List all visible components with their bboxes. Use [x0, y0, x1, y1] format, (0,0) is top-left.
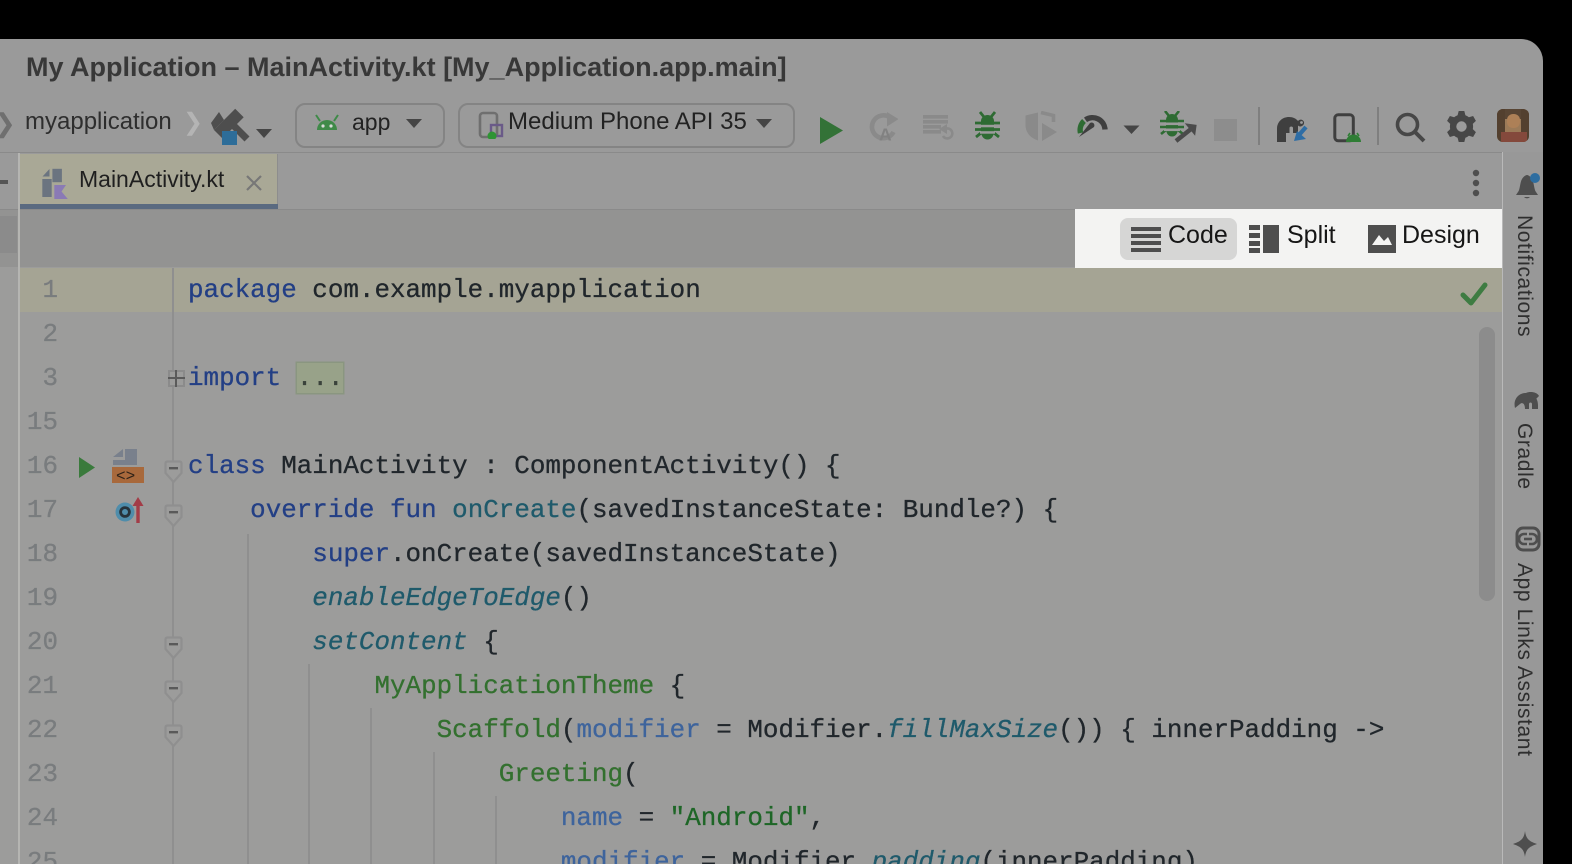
svg-text:<>: <> — [116, 468, 135, 485]
svg-text:A: A — [879, 125, 892, 142]
